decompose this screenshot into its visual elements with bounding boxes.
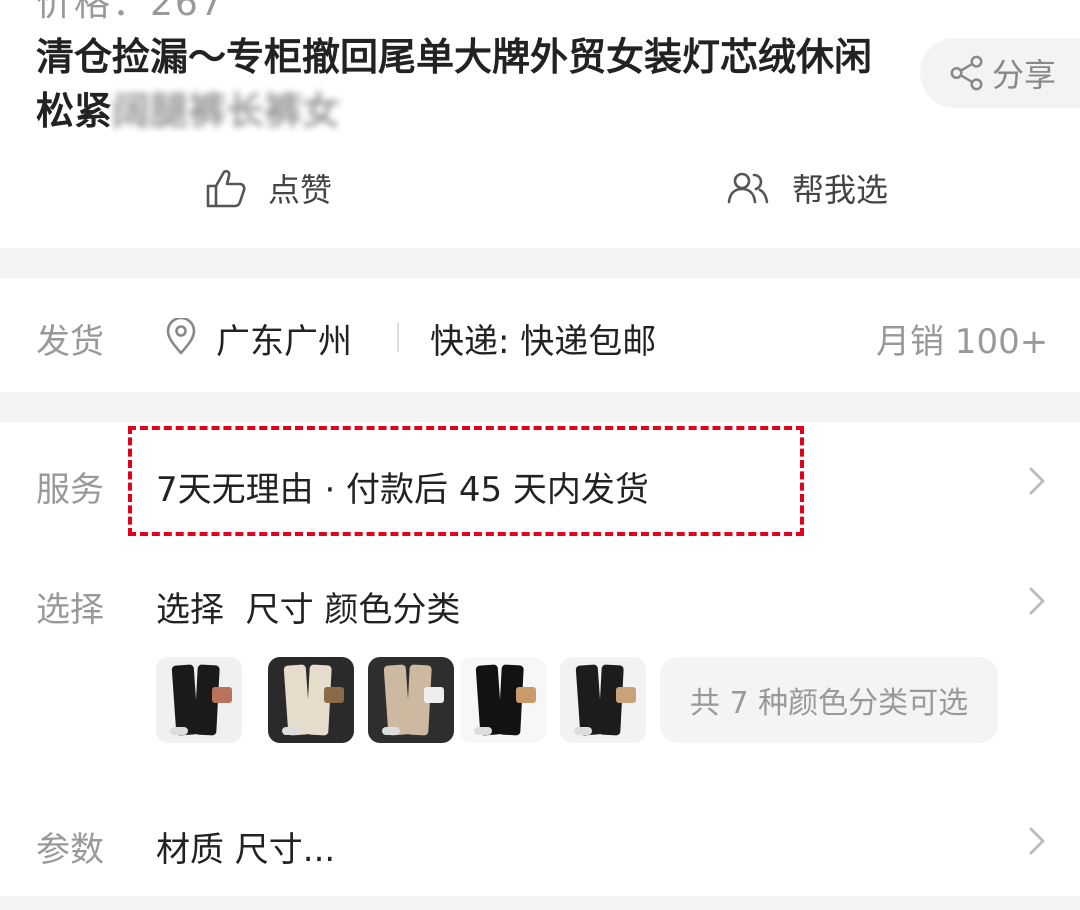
service-text[interactable]: 7天无理由 · 付款后 45 天内发货	[156, 462, 649, 511]
share-button[interactable]: 分享	[920, 38, 1080, 108]
shoe-prop	[474, 727, 492, 735]
shipping-location: 广东广州	[216, 322, 352, 362]
bag-prop	[616, 687, 636, 703]
selection-text[interactable]: 选择 尺寸 颜色分类	[156, 582, 460, 631]
color-thumbnail-black-3[interactable]	[560, 657, 646, 743]
bag-prop	[424, 687, 444, 703]
shipping-express: 快递: 快递包邮	[430, 322, 657, 362]
bag-prop	[516, 687, 536, 703]
color-thumbnail-khaki[interactable]	[368, 657, 454, 743]
product-title: 清仓捡漏～专柜撤回尾单大牌外贸女装灯芯绒休闲松紧阔腿裤长裤女	[36, 30, 896, 138]
share-icon	[950, 55, 983, 91]
monthly-sales: 月销 100+	[876, 322, 1049, 362]
like-button[interactable]: 点赞	[204, 165, 332, 211]
color-thumbnail-beige[interactable]	[268, 657, 354, 743]
product-title-blurred: 阔腿裤长裤女	[112, 89, 341, 133]
thumbs-up-icon	[206, 169, 246, 208]
share-label: 分享	[992, 56, 1057, 94]
price-label: 价格：267	[36, 0, 225, 24]
more-colors-label: 共 7 种颜色分类可选	[689, 686, 969, 721]
selection-chevron-right-icon[interactable]	[1028, 586, 1046, 616]
shoe-prop	[282, 727, 300, 735]
color-thumbnail-black-2[interactable]	[460, 657, 546, 743]
params-text[interactable]: 材质 尺寸...	[156, 822, 335, 871]
service-label: 服务	[36, 470, 104, 510]
shipping-label: 发货	[36, 322, 104, 362]
location-pin-icon	[166, 318, 196, 355]
shipping-divider	[397, 322, 399, 352]
service-chevron-right-icon[interactable]	[1028, 466, 1046, 496]
params-label: 参数	[36, 830, 104, 870]
shoe-prop	[574, 727, 592, 735]
params-chevron-right-icon[interactable]	[1028, 826, 1046, 856]
more-colors-button[interactable]: 共 7 种颜色分类可选	[660, 657, 998, 743]
shoe-prop	[382, 727, 400, 735]
help-me-choose-button[interactable]: 帮我选	[724, 165, 888, 211]
help-me-choose-label: 帮我选	[792, 171, 889, 209]
people-icon	[727, 172, 769, 204]
bag-prop	[212, 687, 232, 703]
product-header-card: 价格：267 清仓捡漏～专柜撤回尾单大牌外贸女装灯芯绒休闲松紧阔腿裤长裤女 分享…	[0, 0, 1080, 248]
color-thumbnail-black[interactable]	[156, 657, 242, 743]
selection-label: 选择	[36, 590, 104, 630]
bag-prop	[324, 687, 344, 703]
like-label: 点赞	[268, 171, 333, 209]
shoe-prop	[170, 727, 188, 735]
